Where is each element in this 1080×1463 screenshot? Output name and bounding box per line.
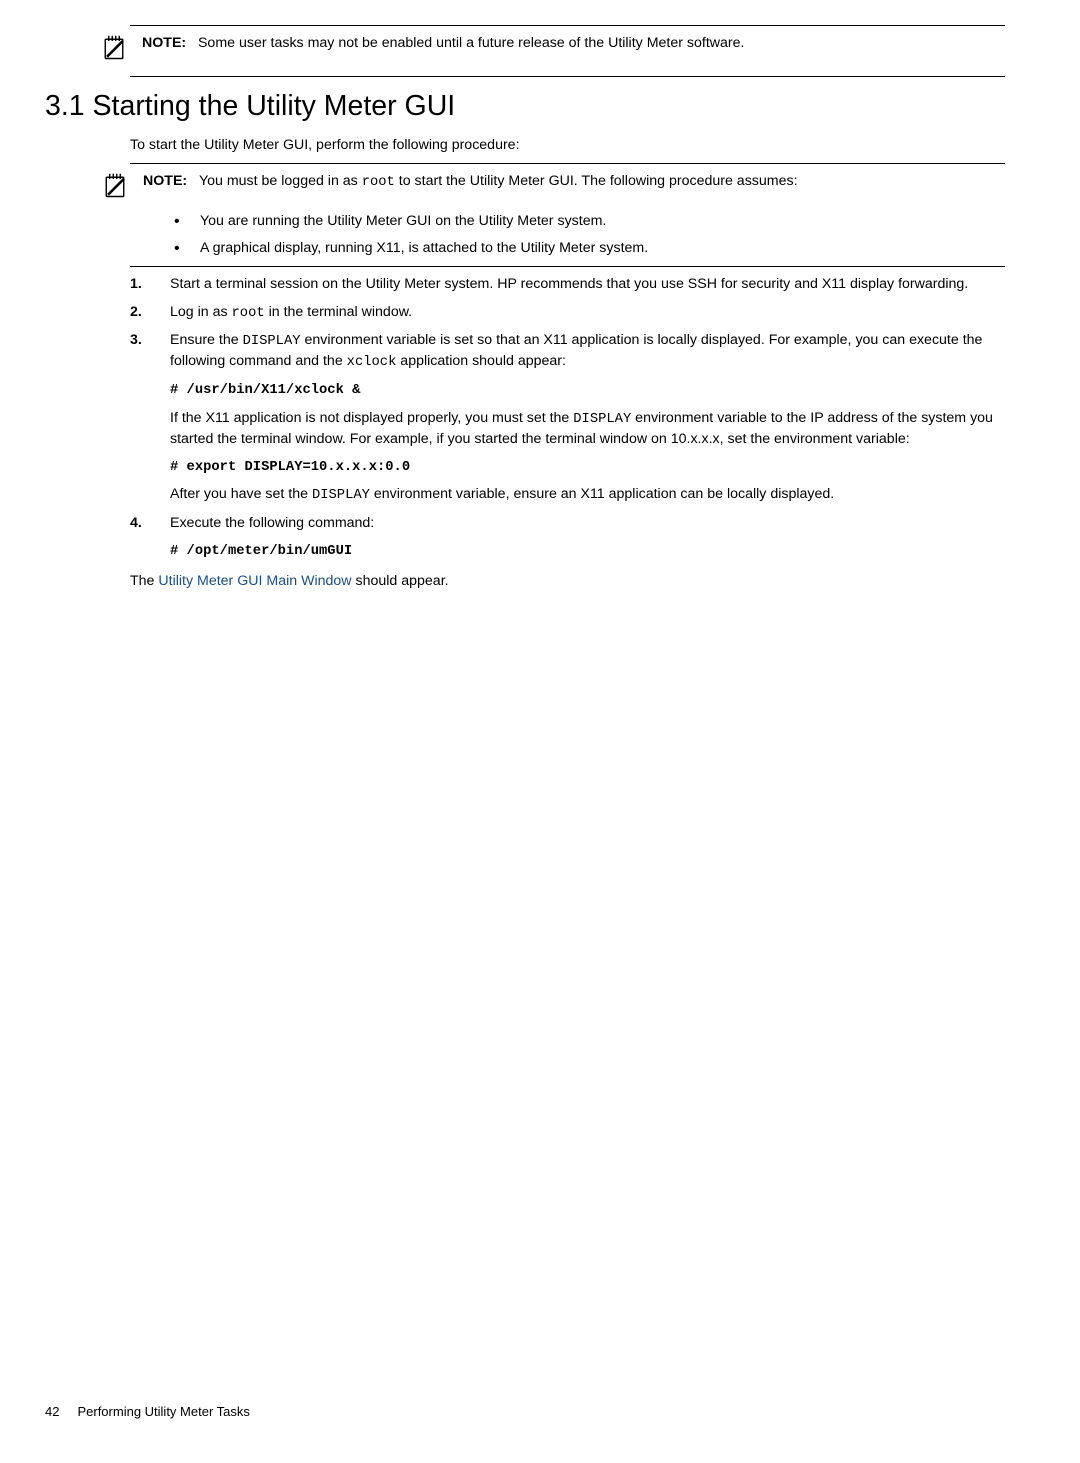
list-item: You are running the Utility Meter GUI on… (170, 212, 1005, 231)
code-inline: xclock (347, 355, 397, 370)
horizontal-rule (130, 25, 1005, 26)
section-heading: 3.1 Starting the Utility Meter GUI (45, 87, 1005, 125)
code-inline: root (232, 306, 265, 321)
page-footer: 42 Performing Utility Meter Tasks (45, 1403, 250, 1421)
code-inline: DISPLAY (243, 334, 301, 349)
step-item: Ensure the DISPLAY environment variable … (130, 331, 1005, 506)
step-text-post: application should appear: (396, 353, 566, 369)
cross-reference-link[interactable]: Utility Meter GUI Main Window (158, 573, 351, 589)
closing-paragraph: The Utility Meter GUI Main Window should… (130, 572, 1005, 591)
step-para-pre: If the X11 application is not displayed … (170, 410, 573, 426)
note-block-1: NOTE: Some user tasks may not be enabled… (100, 34, 1005, 68)
closing-pre: The (130, 573, 158, 589)
step-text-pre: Ensure the (170, 332, 243, 348)
procedure-steps: Start a terminal session on the Utility … (130, 275, 1005, 562)
command-text: # /opt/meter/bin/umGUI (170, 544, 352, 559)
step-text-pre: Log in as (170, 304, 232, 320)
step-text: Execute the following command: (170, 515, 374, 531)
intro-text: To start the Utility Meter GUI, perform … (130, 136, 1005, 155)
closing-post: should appear. (352, 573, 449, 589)
note-icon (101, 172, 137, 206)
step-item: Start a terminal session on the Utility … (130, 275, 1005, 294)
note-text-code: root (362, 175, 395, 190)
footer-title: Performing Utility Meter Tasks (77, 1404, 249, 1419)
step-text-post: in the terminal window. (265, 304, 412, 320)
horizontal-rule (130, 163, 1005, 164)
step-text: Start a terminal session on the Utility … (170, 276, 968, 292)
command-text: # export DISPLAY=10.x.x.x:0.0 (170, 460, 410, 475)
note-label: NOTE: (143, 173, 187, 189)
note-label: NOTE: (142, 35, 186, 51)
command-text: # /usr/bin/X11/xclock & (170, 383, 360, 398)
step-item: Log in as root in the terminal window. (130, 303, 1005, 324)
code-inline: DISPLAY (312, 488, 370, 503)
step-item: Execute the following command: # /opt/me… (130, 514, 1005, 562)
note-text: Some user tasks may not be enabled until… (198, 35, 745, 51)
code-inline: DISPLAY (573, 412, 631, 427)
horizontal-rule (130, 76, 1005, 77)
horizontal-rule (130, 266, 1005, 267)
page-number: 42 (45, 1404, 59, 1419)
note-block-2: NOTE: You must be logged in as root to s… (101, 172, 1005, 206)
note-icon (100, 34, 136, 68)
list-item: A graphical display, running X11, is att… (170, 239, 1005, 258)
note-text-post: to start the Utility Meter GUI. The foll… (395, 173, 798, 189)
step-para-pre: After you have set the (170, 486, 312, 502)
step-para-post: environment variable, ensure an X11 appl… (370, 486, 834, 502)
note-bullet-list: You are running the Utility Meter GUI on… (170, 212, 1005, 258)
note-text-pre: You must be logged in as (199, 173, 362, 189)
